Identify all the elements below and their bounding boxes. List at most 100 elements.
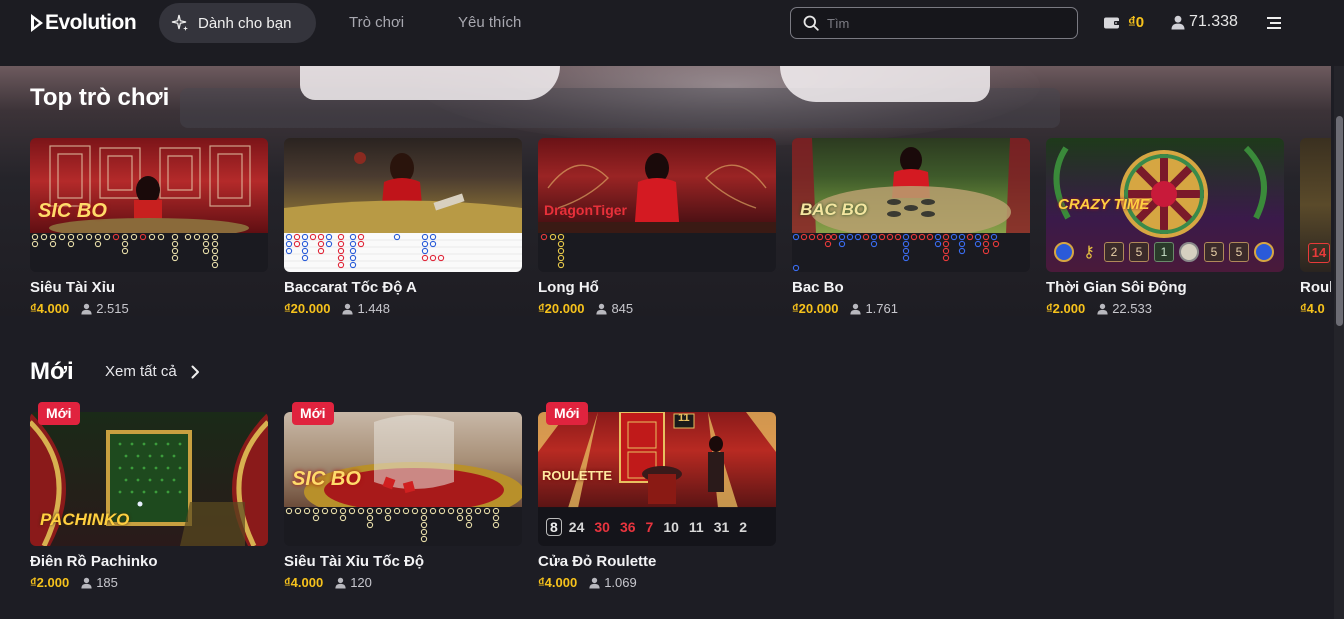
game-thumbnail[interactable]: CRAZY TIME ⚷ 2 5 1 5 5 — [1046, 138, 1284, 272]
user-icon — [850, 303, 862, 315]
game-title[interactable]: Long Hổ — [538, 279, 776, 296]
player-count: 1.761 — [865, 301, 898, 316]
game-title[interactable]: Baccarat Tốc Độ A — [284, 279, 522, 296]
nav-tab-games[interactable]: Trò chơi — [349, 14, 404, 31]
player-count: 22.533 — [1112, 301, 1152, 316]
door-number: 11 — [678, 412, 690, 424]
wallet-balance[interactable]: ₫0 — [1103, 14, 1144, 31]
search-icon — [803, 15, 819, 31]
result-value: 5 — [1229, 242, 1249, 262]
results-roadmap — [284, 233, 522, 272]
game-meta: ₫2.000 22.533 — [1046, 301, 1284, 316]
game-thumbnail[interactable]: DragonTiger — [538, 138, 776, 272]
results-roadmap — [30, 233, 268, 272]
user-icon — [81, 577, 92, 589]
menu-icon[interactable] — [1266, 16, 1282, 30]
results-roadmap — [284, 507, 522, 546]
bonus-result-icon — [1054, 242, 1074, 262]
game-card-bac-bo[interactable]: BAC BO Bac Bo ₫20.000 1.761 — [792, 138, 1030, 316]
game-card-speed-baccarat-a[interactable]: Baccarat Tốc Độ A ₫20.000 1.448 — [284, 138, 522, 316]
bonus-result-icon — [1179, 242, 1199, 262]
logo-text: Evolution — [45, 11, 137, 34]
crazy-time-results: ⚷ 2 5 1 5 5 — [1054, 242, 1274, 262]
game-card-dragon-tiger[interactable]: DragonTiger Long Hổ ₫20.000 845 — [538, 138, 776, 316]
thumbnail-logo-text: DragonTiger — [544, 202, 627, 218]
game-thumbnail[interactable]: 14 — [1300, 138, 1331, 272]
game-card-roulette-partial[interactable]: 14 Roul ₫4.0 — [1300, 138, 1331, 316]
player-count: 845 — [611, 301, 634, 316]
player-count: 120 — [350, 575, 372, 590]
thumbnail-scene: DragonTiger — [538, 138, 776, 234]
game-thumbnail[interactable]: 11 ROULETTE 8 24 30 36 7 10 11 31 2 — [538, 412, 776, 546]
balance-amount: ₫0 — [1128, 14, 1145, 31]
user-icon — [81, 303, 92, 315]
thumbnail-logo-text: PACHINKO — [40, 510, 130, 529]
thumbnail-logo-text: SIC BO — [292, 468, 361, 490]
chevron-right-icon — [191, 365, 200, 379]
result-number: 10 — [663, 518, 679, 535]
result-number-latest: 8 — [546, 517, 562, 536]
thumbnail-scene: PACHINKO — [30, 412, 268, 546]
game-meta: ₫20.000 845 — [538, 301, 776, 316]
thumbnail-scene: SIC BO — [284, 412, 522, 522]
result-number: 7 — [645, 518, 654, 535]
player-count: 2.515 — [96, 301, 129, 316]
game-card-super-sic-bo[interactable]: SIC BO Siêu Tài Xỉu ₫4.000 2.515 — [30, 138, 268, 316]
section-title-new: Mới — [30, 358, 74, 385]
thumbnail-scene: 11 ROULETTE — [538, 412, 776, 508]
online-players-count: 71.338 — [1189, 13, 1238, 30]
game-title[interactable]: Bac Bo — [792, 279, 1030, 296]
game-title[interactable]: Thời Gian Sôi Động — [1046, 279, 1284, 296]
game-title[interactable]: Siêu Tài Xỉu Tốc Độ — [284, 553, 522, 570]
wallet-icon — [1103, 16, 1121, 30]
user-icon — [596, 303, 608, 315]
search-input[interactable] — [827, 15, 1057, 31]
result-value: 14 — [1308, 243, 1330, 263]
result-number: 36 — [619, 518, 636, 535]
game-thumbnail[interactable]: SIC BO — [284, 412, 522, 546]
see-all-link[interactable]: Xem tất cả — [105, 363, 200, 380]
roulette-results: 8 24 30 36 7 10 11 31 2 — [538, 507, 776, 546]
search-box[interactable] — [790, 7, 1078, 39]
thumbnail-scene: CRAZY TIME ⚷ 2 5 1 5 5 — [1046, 138, 1284, 272]
game-card-speed-super-sic-bo[interactable]: Mới SIC BO Siêu Tài Xỉu Tốc Độ ₫4.000 12… — [284, 402, 522, 590]
nav-tab-for-you-label: Dành cho bạn — [198, 14, 292, 32]
thumbnail-logo-text: BAC BO — [800, 200, 868, 219]
result-value: 1 — [1154, 242, 1174, 262]
nav-tab-favorites[interactable]: Yêu thích — [458, 14, 521, 31]
scrollbar-thumb[interactable] — [1336, 116, 1343, 326]
game-thumbnail[interactable]: PACHINKO — [30, 412, 268, 546]
game-title[interactable]: Điên Rồ Pachinko — [30, 553, 268, 570]
user-icon — [1171, 15, 1185, 30]
game-meta: ₫4.000 120 — [284, 575, 522, 590]
game-card-crazy-time[interactable]: CRAZY TIME ⚷ 2 5 1 5 5 Thời Gian Sôi Độn… — [1046, 138, 1284, 316]
game-card-crazy-pachinko[interactable]: Mới PACHINKO Điên Rồ Pachinko ₫2.000 185 — [30, 402, 268, 590]
thumbnail-logo-text: ROULETTE — [542, 468, 613, 483]
thumbnail-scene — [284, 138, 522, 234]
game-meta: ₫4.0 — [1300, 301, 1331, 316]
game-title[interactable]: Roul — [1300, 279, 1331, 296]
user-icon — [342, 303, 354, 315]
user-icon — [335, 577, 346, 589]
game-title[interactable]: Cửa Đỏ Roulette — [538, 553, 776, 570]
game-title[interactable]: Siêu Tài Xỉu — [30, 279, 268, 296]
game-card-red-door-roulette[interactable]: Mới 11 ROULETTE 8 24 30 36 7 10 11 31 2 … — [538, 402, 776, 590]
game-thumbnail[interactable]: BAC BO — [792, 138, 1030, 272]
game-meta: ₫4.000 1.069 — [538, 575, 776, 590]
player-count: 1.448 — [357, 301, 390, 316]
online-players: 71.338 — [1171, 13, 1238, 31]
nav-tab-for-you[interactable]: Dành cho bạn — [159, 3, 316, 43]
game-thumbnail[interactable] — [284, 138, 522, 272]
min-bet: ₫2.000 — [30, 575, 70, 590]
sparkle-icon — [171, 14, 189, 32]
evolution-logo[interactable]: Evolution — [30, 11, 137, 35]
user-icon — [589, 577, 600, 589]
min-bet: ₫4.000 — [30, 301, 70, 316]
see-all-label: Xem tất cả — [105, 363, 177, 380]
player-count: 1.069 — [604, 575, 637, 590]
page-scrollbar[interactable] — [1334, 66, 1344, 619]
min-bet: ₫4.000 — [538, 575, 578, 590]
result-number: 2 — [739, 518, 748, 535]
game-thumbnail[interactable]: SIC BO — [30, 138, 268, 272]
result-number: 31 — [713, 518, 730, 535]
